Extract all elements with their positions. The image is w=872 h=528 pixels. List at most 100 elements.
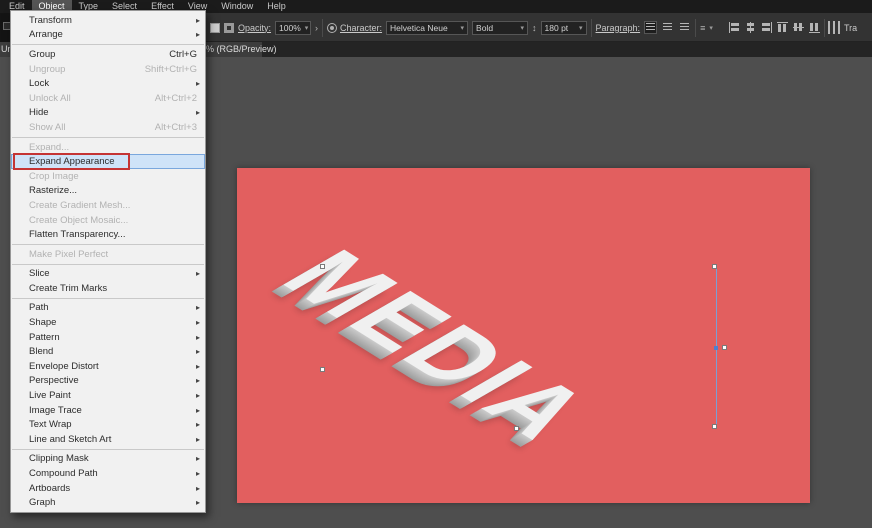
font-size-value: 180 pt bbox=[545, 23, 569, 33]
chevron-down-icon: ▾ bbox=[709, 24, 713, 32]
menubar-item-window[interactable]: Window bbox=[214, 0, 260, 13]
menu-item-label: Shape bbox=[29, 317, 56, 328]
menu-item-path[interactable]: Path ▸ bbox=[11, 301, 205, 316]
menu-item-label: Pattern bbox=[29, 332, 60, 343]
align-horizontal-center-icon[interactable] bbox=[744, 21, 757, 34]
chevron-down-icon: ▾ bbox=[461, 24, 465, 32]
recolor-artwork-icon[interactable] bbox=[327, 23, 337, 33]
menu-item-label: Envelope Distort bbox=[29, 361, 99, 372]
submenu-arrow-icon: ▸ bbox=[196, 454, 200, 463]
menu-item-rasterize[interactable]: Rasterize... bbox=[11, 184, 205, 199]
font-style-dropdown[interactable]: Bold ▾ bbox=[472, 21, 528, 35]
align-left-icon[interactable] bbox=[728, 21, 741, 34]
menu-item-arrange[interactable]: Arrange▸ bbox=[11, 28, 205, 43]
menu-item-flatten-transparency[interactable]: Flatten Transparency... bbox=[11, 227, 205, 242]
divider bbox=[695, 19, 696, 37]
menu-item-line-and-sketch-art[interactable]: Line and Sketch Art▸ bbox=[11, 432, 205, 447]
submenu-arrow-icon: ▸ bbox=[196, 420, 200, 429]
menu-item-expand-appearance[interactable]: Expand Appearance bbox=[11, 154, 205, 169]
submenu-arrow-icon: ▸ bbox=[196, 391, 200, 400]
menu-item-pattern[interactable]: Pattern▸ bbox=[11, 330, 205, 345]
menu-item-image-trace[interactable]: Image Trace▸ bbox=[11, 403, 205, 418]
menu-item-compound-path[interactable]: Compound Path▸ bbox=[11, 466, 205, 481]
submenu-arrow-icon: ▸ bbox=[196, 498, 200, 507]
menu-item-label: Compound Path bbox=[29, 468, 98, 479]
menu-separator bbox=[12, 298, 204, 299]
menu-item-label: Arrange bbox=[29, 29, 63, 40]
paragraph-label[interactable]: Paragraph: bbox=[596, 23, 641, 33]
opacity-label[interactable]: Opacity: bbox=[238, 23, 271, 33]
size-stepper-icon[interactable]: ↕ bbox=[532, 23, 537, 33]
menu-item-clipping-mask[interactable]: Clipping Mask▸ bbox=[11, 452, 205, 467]
align-paragraph-center-button[interactable] bbox=[661, 21, 674, 34]
divider bbox=[591, 19, 592, 37]
submenu-arrow-icon: ▸ bbox=[196, 108, 200, 117]
menu-item-ungroup: UngroupShift+Ctrl+G bbox=[11, 62, 205, 77]
artboard[interactable] bbox=[237, 168, 810, 503]
selection-handle[interactable] bbox=[320, 367, 325, 372]
menu-item-label: Text Wrap bbox=[29, 419, 72, 430]
selection-handle[interactable] bbox=[320, 264, 325, 269]
fill-swatch-icon[interactable] bbox=[210, 23, 220, 33]
align-paragraph-right-button[interactable] bbox=[678, 21, 691, 34]
selection-handle[interactable] bbox=[722, 345, 727, 350]
align-bottom-icon[interactable] bbox=[808, 21, 821, 34]
distribute-icon[interactable] bbox=[828, 21, 841, 34]
menu-item-label: Slice bbox=[29, 268, 50, 279]
menubar-item-help[interactable]: Help bbox=[260, 0, 293, 13]
font-family-dropdown[interactable]: Helvetica Neue ▾ bbox=[386, 21, 468, 35]
menu-item-shortcut: Ctrl+G bbox=[169, 49, 197, 60]
font-family-value: Helvetica Neue bbox=[390, 23, 448, 33]
submenu-arrow-icon: ▸ bbox=[196, 406, 200, 415]
menu-item-label: Line and Sketch Art bbox=[29, 434, 111, 445]
menu-item-hide[interactable]: Hide▸ bbox=[11, 106, 205, 121]
menu-item-crop-image: Crop Image bbox=[11, 169, 205, 184]
menu-item-create-trim-marks[interactable]: Create Trim Marks bbox=[11, 281, 205, 296]
illustrator-window: EditObjectTypeSelectEffectViewWindowHelp… bbox=[0, 0, 872, 528]
selection-handle[interactable] bbox=[514, 426, 519, 431]
menu-item-label: Path bbox=[29, 302, 49, 313]
selection-handle[interactable] bbox=[712, 424, 717, 429]
menu-item-label: Expand Appearance bbox=[29, 156, 115, 167]
selection-handle[interactable] bbox=[712, 264, 717, 269]
menu-item-label: Graph bbox=[29, 497, 55, 508]
align-right-icon[interactable] bbox=[760, 21, 773, 34]
menu-item-shortcut: Alt+Ctrl+3 bbox=[155, 122, 197, 133]
flyout-arrow-icon[interactable]: › bbox=[315, 23, 318, 33]
divider bbox=[322, 19, 323, 37]
menu-item-shortcut: Shift+Ctrl+G bbox=[145, 64, 197, 75]
submenu-arrow-icon: ▸ bbox=[196, 269, 200, 278]
menu-item-label: Group bbox=[29, 49, 55, 60]
chevron-down-icon: ▾ bbox=[521, 24, 525, 32]
menu-item-label: Lock bbox=[29, 78, 49, 89]
opacity-dropdown[interactable]: 100% ▾ bbox=[275, 21, 311, 35]
align-vertical-middle-icon[interactable] bbox=[792, 21, 805, 34]
menu-item-blend[interactable]: Blend▸ bbox=[11, 344, 205, 359]
character-label[interactable]: Character: bbox=[340, 23, 382, 33]
submenu-arrow-icon: ▸ bbox=[196, 16, 200, 25]
align-top-icon[interactable] bbox=[776, 21, 789, 34]
menu-item-shape[interactable]: Shape▸ bbox=[11, 315, 205, 330]
menu-separator bbox=[12, 44, 204, 45]
submenu-arrow-icon: ▸ bbox=[196, 376, 200, 385]
menu-item-envelope-distort[interactable]: Envelope Distort▸ bbox=[11, 359, 205, 374]
menu-item-live-paint[interactable]: Live Paint▸ bbox=[11, 388, 205, 403]
menu-item-lock[interactable]: Lock▸ bbox=[11, 76, 205, 91]
menu-item-perspective[interactable]: Perspective ▸ bbox=[11, 374, 205, 389]
menu-item-label: Rasterize... bbox=[29, 185, 77, 196]
menu-item-slice[interactable]: Slice ▸ bbox=[11, 267, 205, 282]
font-size-dropdown[interactable]: 180 pt ▾ bbox=[541, 21, 587, 35]
submenu-arrow-icon: ▸ bbox=[196, 303, 200, 312]
submenu-arrow-icon: ▸ bbox=[196, 484, 200, 493]
menu-list-icon[interactable]: ≡ bbox=[700, 23, 705, 33]
panel-tab-fragment[interactable]: Tra bbox=[844, 23, 857, 33]
menu-item-transform[interactable]: Transform▸ bbox=[11, 13, 205, 28]
anchor-point[interactable] bbox=[714, 346, 718, 350]
menu-item-text-wrap[interactable]: Text Wrap ▸ bbox=[11, 417, 205, 432]
stroke-swatch-icon[interactable] bbox=[224, 23, 234, 33]
menu-item-artboards[interactable]: Artboards▸ bbox=[11, 481, 205, 496]
align-paragraph-left-button[interactable] bbox=[644, 21, 657, 34]
menu-item-group[interactable]: Group Ctrl+G bbox=[11, 47, 205, 62]
menu-item-label: Perspective bbox=[29, 375, 79, 386]
menu-item-graph[interactable]: Graph ▸ bbox=[11, 495, 205, 510]
